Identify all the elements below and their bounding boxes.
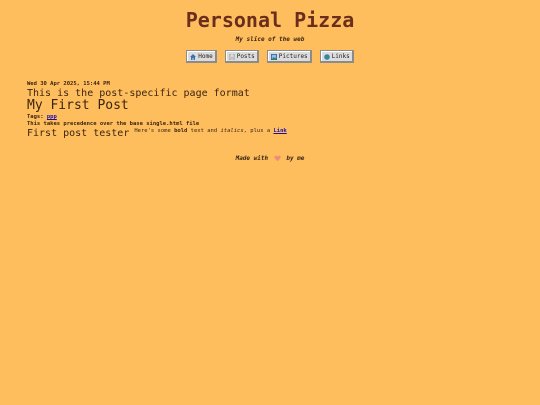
nav-home-label: Home [198,53,213,60]
nav-home-button[interactable]: Home [186,50,217,63]
tag-link[interactable]: ppp [47,114,57,120]
site-tagline: My slice of the web [235,36,305,43]
heart-icon [274,155,281,162]
post-tags: Tags: ppp [27,114,507,121]
nav-pictures-label: Pictures [278,53,308,60]
post-date: Wed 30 Apr 2025, 15:44 PM [27,81,110,87]
content-italic-text: italics [220,128,244,134]
document-icon [229,53,235,60]
nav-posts-label: Posts [236,53,255,60]
post: Wed 30 Apr 2025, 15:44 PM This is the po… [27,81,507,139]
content-text: Here's some bold text and italics, plus … [134,128,286,135]
main-nav: Home Posts Pictures Links [0,50,540,63]
content-heading: First post tester [27,128,130,139]
content-link[interactable]: Link [273,128,286,134]
post-title: My First Post [27,98,129,113]
content-text-after: , plus a [243,128,274,134]
content-text-start: Here's some [134,128,175,134]
footer-by-me: by me [286,155,305,162]
nav-pictures-button[interactable]: Pictures [266,50,312,63]
tags-label: Tags: [27,114,44,120]
content-text-middle: text and [187,128,221,134]
site-title: Personal Pizza [185,8,355,32]
picture-icon [270,53,277,60]
footer: Made with by me [0,155,540,163]
home-icon [190,53,197,60]
nav-links-label: Links [331,53,350,60]
globe-icon [323,53,330,60]
override-note: This takes precedence over the base sing… [27,121,200,127]
post-content: First post tester Here's some bold text … [27,128,507,139]
footer-made-with: Made with [235,155,269,162]
content-bold-text: bold [174,128,188,134]
nav-posts-button[interactable]: Posts [224,50,259,63]
nav-links-button[interactable]: Links [319,50,354,63]
